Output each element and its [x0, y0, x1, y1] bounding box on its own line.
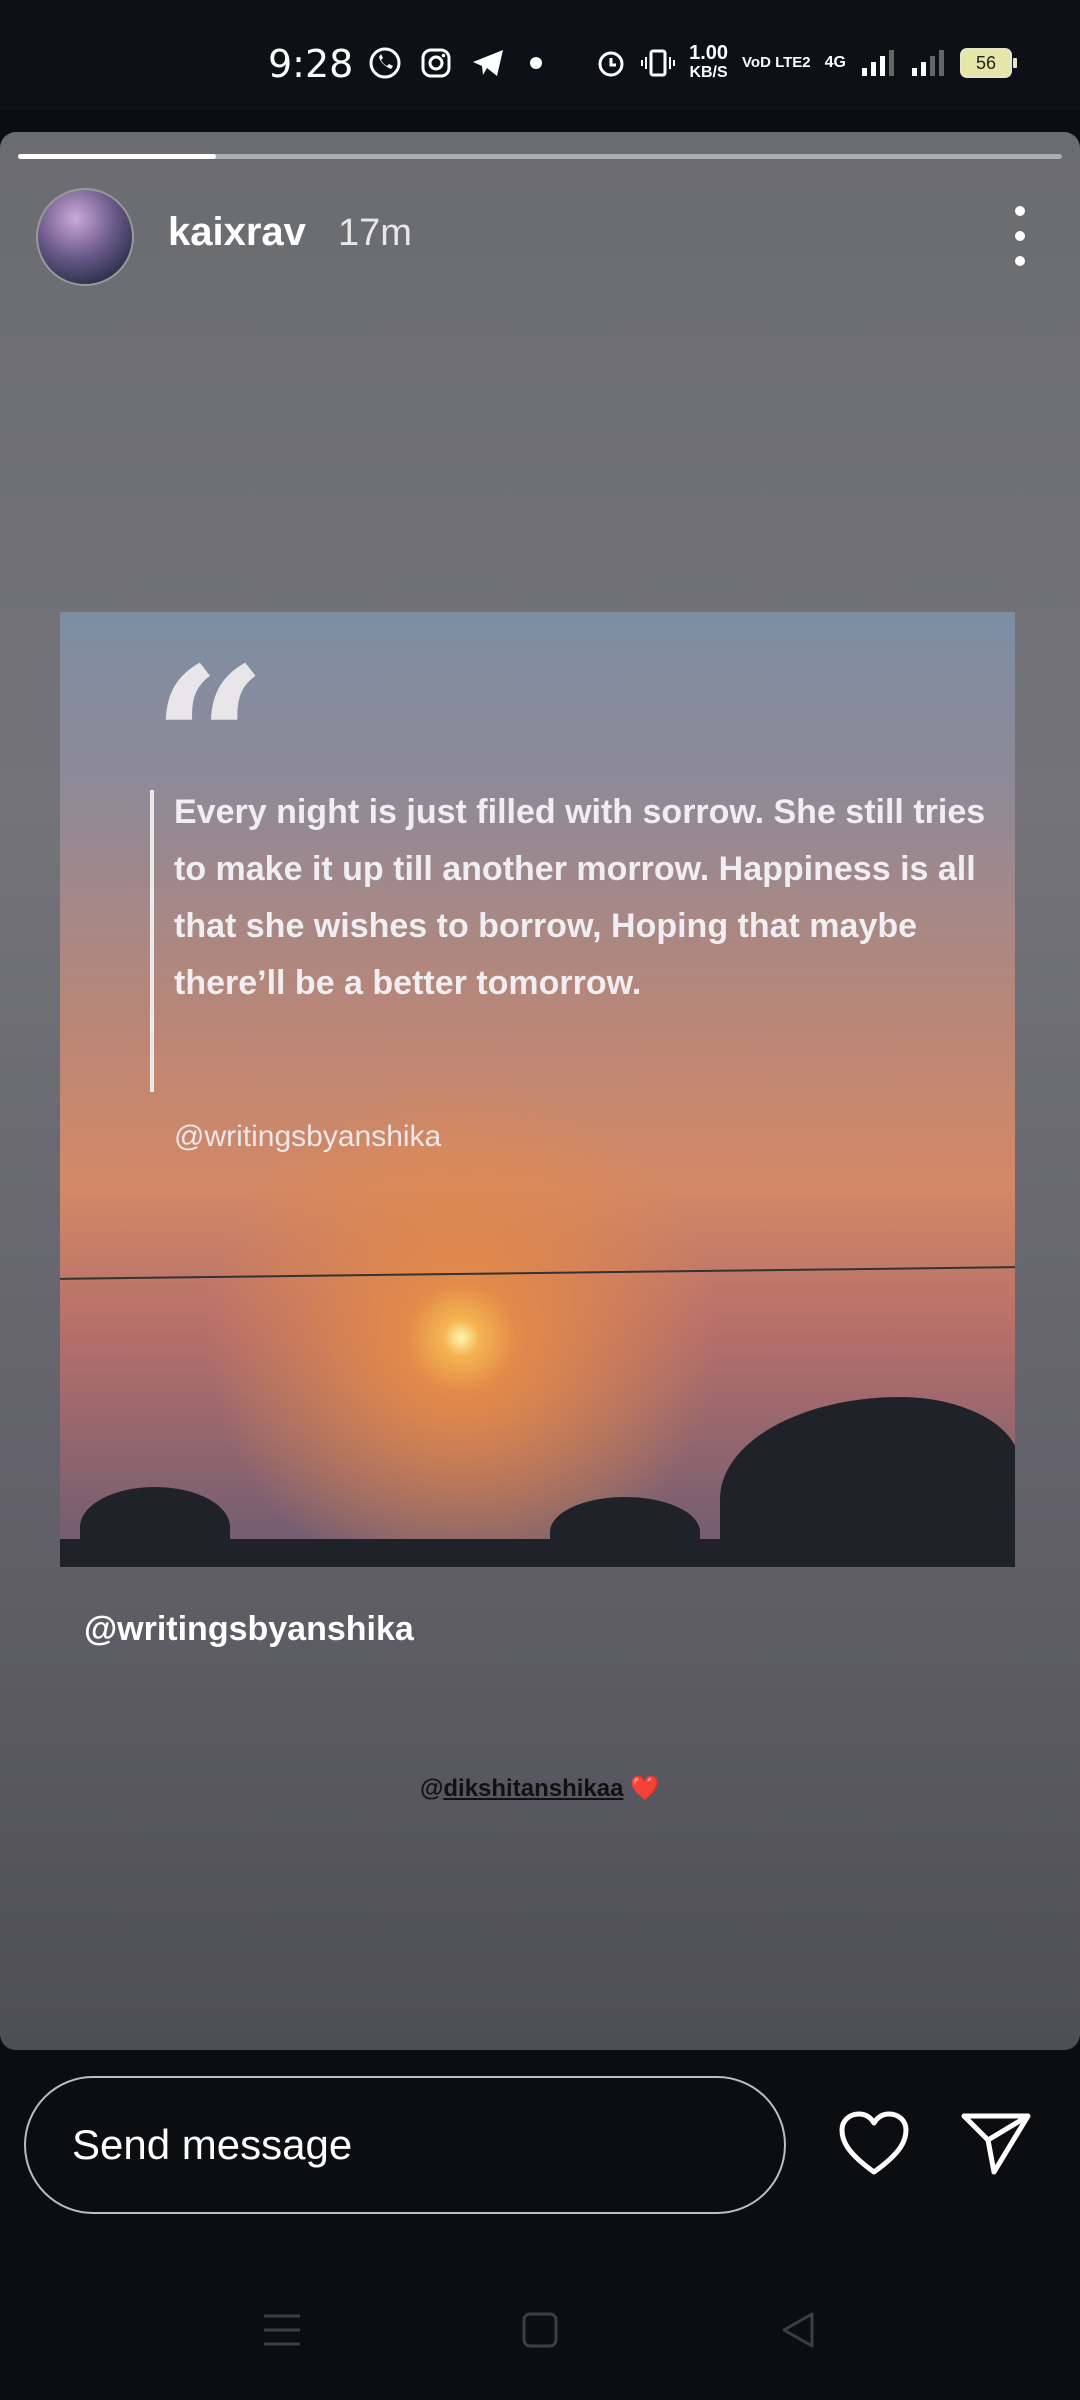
back-nav-icon[interactable] [778, 2310, 818, 2350]
mention-sticker-secondary[interactable]: @dikshitanshikaa ❤️ [0, 1774, 1080, 1803]
avatar[interactable] [36, 188, 134, 286]
quote-handle: @writingsbyanshika [174, 1120, 442, 1153]
story-progress-fill [18, 154, 217, 159]
carrier-label: VoD LTE2 [742, 54, 811, 71]
quote-text: Every night is just filled with sorrow. … [174, 793, 986, 1002]
send-icon[interactable] [960, 2110, 1032, 2176]
send-message-placeholder: Send message [72, 2121, 353, 2168]
ground-silhouette [60, 1539, 1015, 1567]
signal-2-icon [912, 50, 944, 76]
system-icons: 1.00 KB/S VoD LTE2 4G 56 [595, 42, 1017, 82]
signal-icon [862, 50, 894, 76]
network-speed: 1.00 KB/S [689, 42, 729, 81]
dot-icon [530, 57, 542, 69]
heart-outline-icon[interactable] [838, 2110, 910, 2176]
more-vertical-icon[interactable] [1010, 206, 1030, 266]
power-line [60, 1266, 1015, 1280]
status-bar: 9:28 1.00 KB/S VoD LTE2 4G 56 [0, 0, 1080, 110]
vibrate-icon [641, 49, 676, 77]
telegram-icon [473, 50, 503, 76]
story-image: “ Every night is just filled with sorrow… [60, 612, 1015, 1567]
story-view[interactable]: kaixrav 17m “ Every night is just filled… [0, 132, 1080, 2050]
story-progress-bar [18, 154, 1062, 159]
story-time-ago: 17m [338, 212, 412, 254]
send-message-input[interactable]: Send message [24, 2076, 786, 2214]
mention-sticker[interactable]: @writingsbyanshika [84, 1610, 414, 1649]
story-username[interactable]: kaixrav [168, 210, 306, 255]
heart-emoji: ❤️ [630, 1775, 661, 1802]
quote-bar [150, 790, 154, 1092]
home-nav-icon[interactable] [520, 2310, 560, 2350]
whatsapp-icon [369, 47, 401, 79]
network-type: 4G [824, 54, 846, 71]
battery-icon: 56 [960, 48, 1017, 78]
alarm-icon [598, 51, 624, 77]
menu-nav-icon[interactable] [262, 2310, 302, 2350]
clock: 9:28 [268, 42, 354, 86]
notification-icons [368, 46, 548, 80]
instagram-icon [421, 48, 451, 78]
